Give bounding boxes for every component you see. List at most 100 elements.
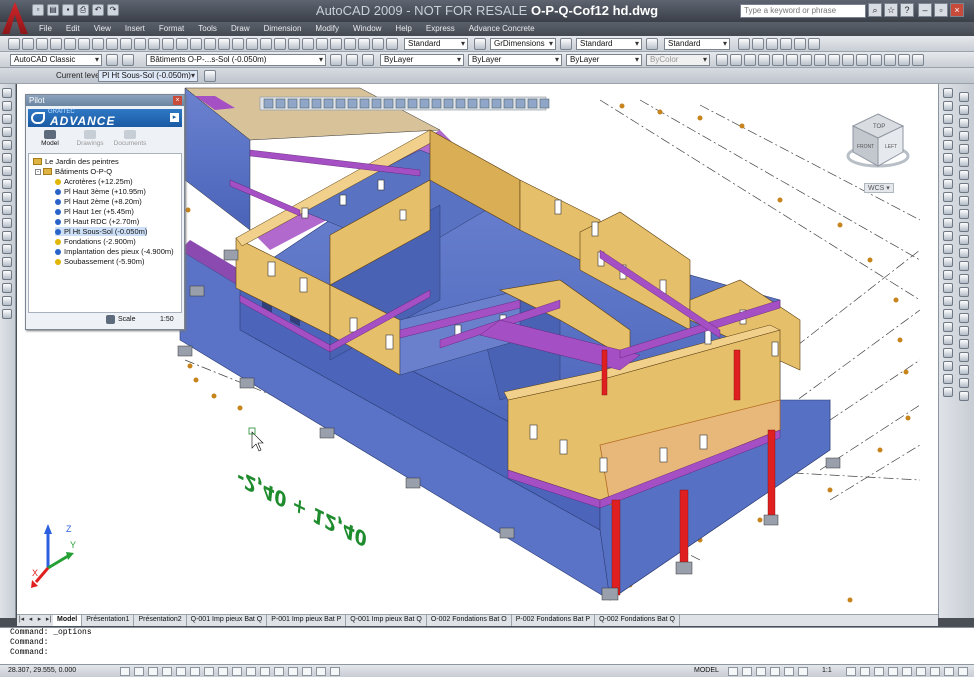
modify-tool-icon[interactable] [943,322,953,332]
modify-tool-icon[interactable] [959,170,969,180]
modify-tool-icon[interactable] [943,348,953,358]
standard-tool-icon[interactable] [134,38,146,50]
visual-style-icon[interactable] [752,38,764,50]
menu-dimension[interactable]: Dimension [257,22,309,36]
render-tool-icon[interactable] [842,54,854,66]
modify-tool-icon[interactable] [959,274,969,284]
modify-tool-icon[interactable] [943,283,953,293]
modify-tool-icon[interactable] [959,326,969,336]
command-window[interactable]: Command: _options Command: Command: [0,627,974,664]
make-current-layer-icon[interactable] [330,54,342,66]
modify-tool-icon[interactable] [943,361,953,371]
layer-states-icon[interactable] [362,54,374,66]
minimize-button[interactable]: – [918,3,932,17]
modify-tool-icon[interactable] [959,209,969,219]
standard-tool-icon[interactable] [36,38,48,50]
layout-tab[interactable]: Model [53,615,83,626]
prev-tab-arrow-icon[interactable]: ◂ [26,615,35,626]
advance-tool-icon[interactable] [395,98,406,109]
menu-insert[interactable]: Insert [118,22,152,36]
modify-tool-icon[interactable] [943,153,953,163]
standard-tool-icon[interactable] [386,38,398,50]
modify-tool-icon[interactable] [959,144,969,154]
status-toggle-icon[interactable] [316,667,326,676]
draw-tool-icon[interactable] [2,205,12,215]
first-tab-arrow-icon[interactable]: |◂ [17,615,26,626]
advance-tool-icon[interactable] [335,98,346,109]
status-toggle-icon[interactable] [274,667,284,676]
advance-tool-icon[interactable] [419,98,430,109]
modify-tool-icon[interactable] [959,105,969,115]
advance-tool-icon[interactable] [407,98,418,109]
menu-help[interactable]: Help [388,22,418,36]
tree-level-item[interactable]: Fondations (-2.900m) [55,237,136,246]
modify-tool-icon[interactable] [943,335,953,345]
workspace-select[interactable]: AutoCAD Classic [10,54,102,66]
render-tool-icon[interactable] [884,54,896,66]
render-tool-icon[interactable] [814,54,826,66]
draw-tool-icon[interactable] [2,101,12,111]
tree-level-item[interactable]: Soubassement (-5.90m) [55,257,144,266]
modify-tool-icon[interactable] [959,183,969,193]
modify-tool-icon[interactable] [959,222,969,232]
layer-manager-icon[interactable] [122,54,134,66]
standard-tool-icon[interactable] [302,38,314,50]
status-toggle-icon[interactable] [190,667,200,676]
layer-previous-icon[interactable] [346,54,358,66]
next-tab-arrow-icon[interactable]: ▸ [35,615,44,626]
layout-tab[interactable]: P-001 Imp pieux Bat P [267,615,347,626]
menu-window[interactable]: Window [346,22,388,36]
modify-tool-icon[interactable] [959,378,969,388]
status-toggle-icon[interactable] [958,667,968,676]
modify-tool-icon[interactable] [943,166,953,176]
modify-tool-icon[interactable] [943,127,953,137]
layout-tab[interactable]: Q-002 Fondations Bat Q [595,615,680,626]
standard-tool-icon[interactable] [106,38,118,50]
tree-group[interactable]: - Bâtiments O-P-Q [35,167,112,176]
status-toggle-icon[interactable] [288,667,298,676]
dim-style-icon[interactable] [474,38,486,50]
menu-edit[interactable]: Edit [59,22,87,36]
modify-tool-icon[interactable] [959,196,969,206]
visual-style-icon[interactable] [738,38,750,50]
standard-tool-icon[interactable] [8,38,20,50]
modify-tool-icon[interactable] [943,387,953,397]
layout-tab[interactable]: Présentation1 [82,615,135,626]
info-icon[interactable]: ☆ [884,3,898,17]
modify-tool-icon[interactable] [943,114,953,124]
layout-tab[interactable]: P-002 Fondations Bat P [512,615,596,626]
modify-tool-icon[interactable] [943,257,953,267]
advance-tool-icon[interactable] [263,98,274,109]
command-line-3[interactable]: Command: [10,648,974,658]
annotation-scale[interactable]: 1:1 [822,667,832,674]
status-toggle-icon[interactable] [756,667,766,676]
multileader-style-select[interactable]: Standard [664,38,730,50]
status-toggle-icon[interactable] [302,667,312,676]
modify-tool-icon[interactable] [943,231,953,241]
close-button[interactable]: × [950,3,964,17]
standard-tool-icon[interactable] [344,38,356,50]
multileader-style-icon[interactable] [646,38,658,50]
advance-tool-icon[interactable] [275,98,286,109]
advance-tool-icon[interactable] [287,98,298,109]
search-icon[interactable]: ⌕ [868,3,882,17]
render-tool-icon[interactable] [898,54,910,66]
standard-tool-icon[interactable] [260,38,272,50]
modify-tool-icon[interactable] [943,270,953,280]
modify-tool-icon[interactable] [959,235,969,245]
modify-tool-icon[interactable] [959,118,969,128]
advance-tool-icon[interactable] [383,98,394,109]
status-toggle-icon[interactable] [860,667,870,676]
menu-format[interactable]: Format [152,22,191,36]
menu-draw[interactable]: Draw [224,22,257,36]
standard-tool-icon[interactable] [246,38,258,50]
tree-level-item[interactable]: Pl Haut RDC (+2.70m) [55,217,139,226]
tree-level-item[interactable]: Pl Haut 3ème (+10.95m) [55,187,146,196]
status-toggle-icon[interactable] [232,667,242,676]
standard-tool-icon[interactable] [218,38,230,50]
standard-tool-icon[interactable] [330,38,342,50]
modify-tool-icon[interactable] [959,157,969,167]
standard-tool-icon[interactable] [372,38,384,50]
menu-modify[interactable]: Modify [308,22,346,36]
status-toggle-icon[interactable] [728,667,738,676]
